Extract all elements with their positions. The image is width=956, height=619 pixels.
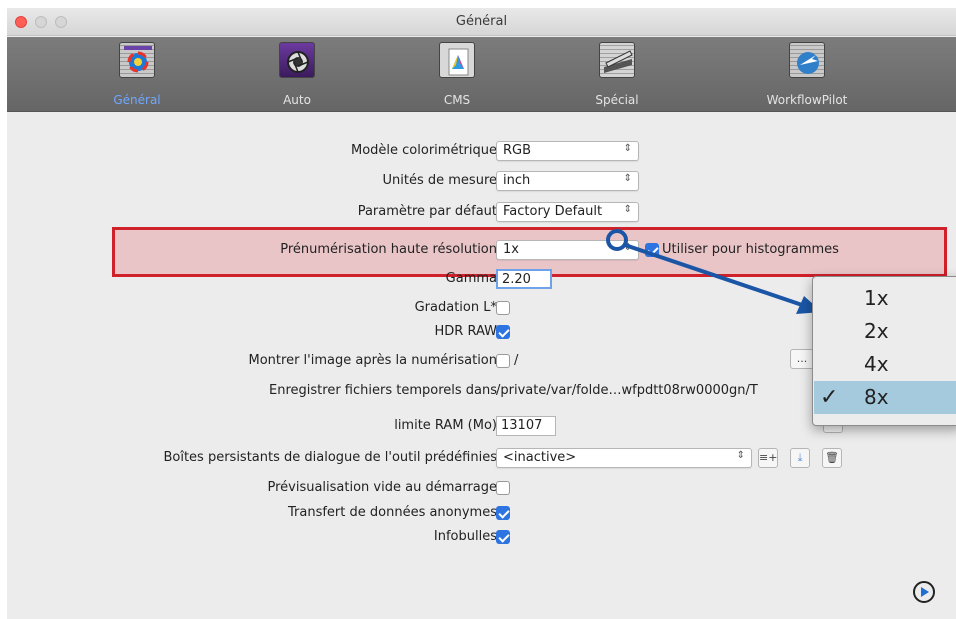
popup-option-8x[interactable]: ✓ 8x: [814, 381, 956, 414]
checkmark-icon: ✓: [820, 385, 839, 410]
resolution-popup-menu: 1x 2x 4x ✓ 8x: [812, 276, 956, 426]
popup-option-2x[interactable]: 2x: [814, 315, 956, 348]
popup-option-4x[interactable]: 4x: [814, 348, 956, 381]
popup-option-1x[interactable]: 1x: [814, 282, 956, 315]
